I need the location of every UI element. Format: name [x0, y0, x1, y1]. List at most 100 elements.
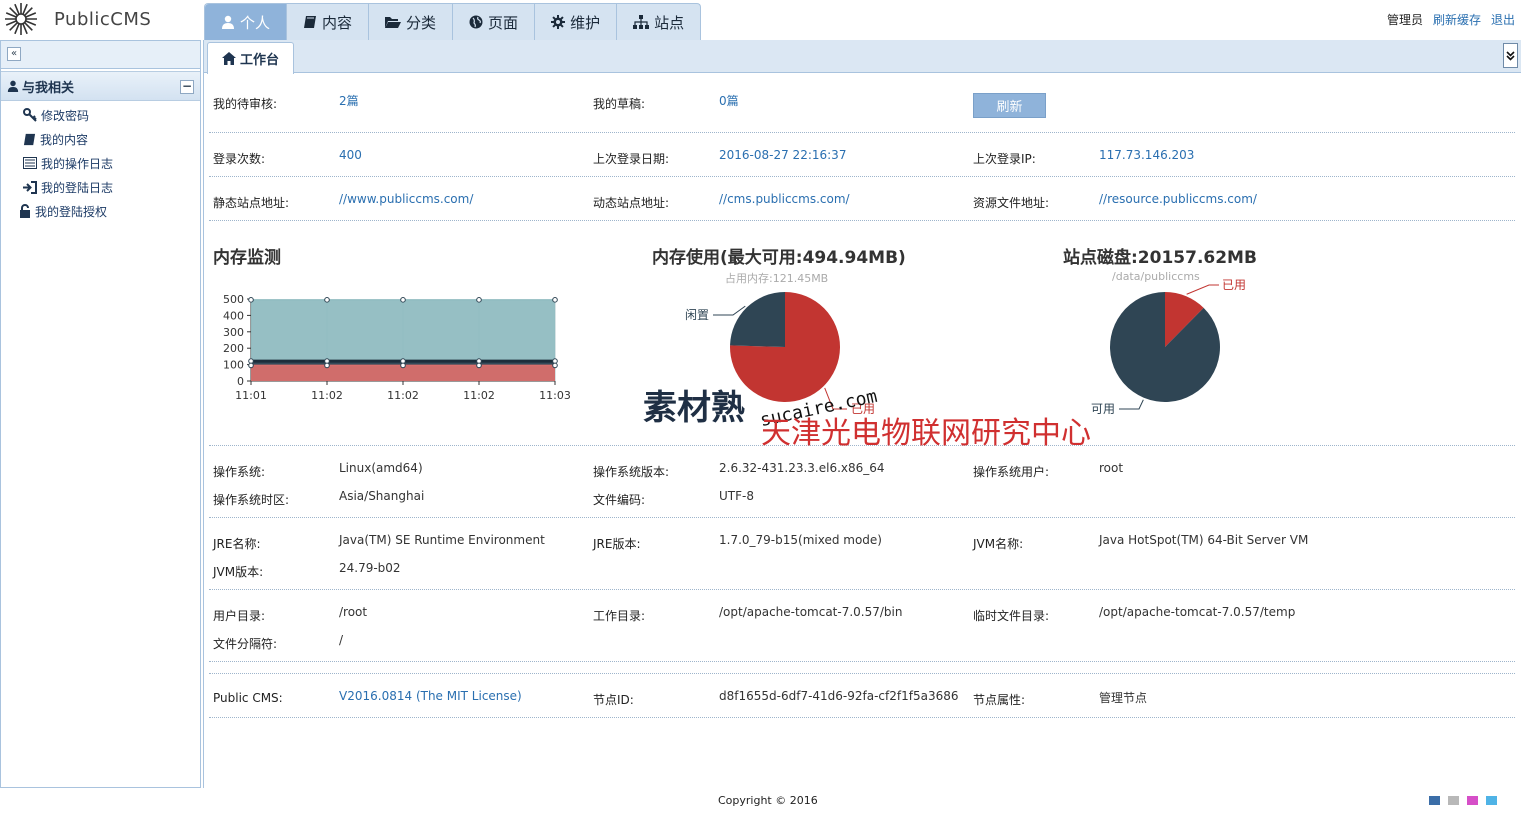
- data-point: [476, 297, 482, 303]
- sidebar-item-operation-log[interactable]: 我的操作日志: [23, 151, 200, 175]
- chevron-down-icon: [1506, 50, 1515, 61]
- pie-slice: [1110, 292, 1220, 402]
- nav-tab-maintenance[interactable]: 维护: [535, 4, 618, 40]
- temp-dir-value: /opt/apache-tomcat-7.0.57/temp: [1099, 605, 1296, 619]
- sidebar: « 与我相关 − 修改密码 我的内容 我的操作日志 我的登陆日志 我的登陆授权: [0, 40, 201, 788]
- pie-leader-line: [1119, 399, 1144, 410]
- os-value: Linux(amd64): [339, 461, 423, 475]
- theme-swatch-blue[interactable]: [1429, 796, 1440, 805]
- user-dir-label: 用户目录:: [213, 609, 266, 623]
- pie-leader-line: [1186, 284, 1219, 295]
- os-version-value: 2.6.32-431.23.3.el6.x86_64: [719, 461, 885, 475]
- nav-tab-site[interactable]: 站点: [617, 4, 700, 40]
- user-dir-value: /root: [339, 605, 368, 619]
- x-tick-label: 11:03: [539, 389, 571, 402]
- sidebar-item-label: 修改密码: [41, 108, 90, 123]
- tab-label: 工作台: [240, 53, 280, 68]
- sidebar-item-label: 我的操作日志: [41, 156, 114, 171]
- sidebar-group-header[interactable]: 与我相关 −: [1, 71, 200, 101]
- logo-icon: [5, 3, 37, 35]
- nav-tab-category[interactable]: 分类: [369, 4, 454, 40]
- book-icon: [23, 133, 36, 145]
- info-row-login: 登录次数: 400 上次登录日期: 2016-08-27 22:16:37 上次…: [209, 133, 1515, 177]
- system-row-java: JRE名称: Java(TM) SE Runtime Environment J…: [209, 518, 1515, 590]
- resource-site-label: 资源文件地址:: [973, 196, 1050, 210]
- data-point: [476, 362, 482, 369]
- static-site-link[interactable]: //www.publiccms.com/: [339, 192, 473, 206]
- last-login-ip-value: 117.73.146.203: [1099, 148, 1195, 162]
- jre-name-label: JRE名称:: [213, 537, 261, 551]
- tab-menu-button[interactable]: [1503, 43, 1518, 68]
- pending-review-label: 我的待审核:: [213, 97, 278, 111]
- collapse-sidebar-button[interactable]: «: [7, 47, 21, 61]
- theme-swatch-pink[interactable]: [1467, 796, 1478, 805]
- drafts-label: 我的草稿:: [593, 97, 646, 111]
- footer: Copyright © 2016: [0, 788, 1521, 814]
- nav-tab-label: 维护: [570, 13, 601, 32]
- pie-leader-line: [713, 305, 746, 316]
- logo-text: PublicCMS: [54, 8, 152, 30]
- charts-row: 内存监测 0 100 200 300 400 500 11:01 11:02 11:02 11:0…: [209, 221, 1515, 446]
- jre-name-value: Java(TM) SE Runtime Environment: [339, 533, 545, 547]
- disk-title: 站点磁盘:20157.62MB: [1063, 248, 1257, 268]
- header: PublicCMS 个人 内容 分类 页面 维护 站点 管理员 刷新缓存 退出: [0, 0, 1521, 40]
- y-tick-label: 100: [223, 359, 244, 372]
- info-row-drafts: 我的待审核: 2篇 我的草稿: 0篇 刷新: [209, 74, 1515, 133]
- main-panel: 工作台 我的待审核: 2篇 我的草稿: 0篇 刷新 登录次数: 400 上次登录…: [203, 40, 1521, 788]
- tab-bar: 工作台: [204, 40, 1521, 74]
- sidebar-item-login-auth[interactable]: 我的登陆授权: [19, 199, 200, 223]
- logout-link[interactable]: 退出: [1491, 11, 1515, 28]
- nav-tab-page[interactable]: 页面: [453, 4, 536, 40]
- key-icon: [23, 108, 37, 122]
- theme-swatch-sky[interactable]: [1486, 796, 1497, 805]
- sidebar-item-change-password[interactable]: 修改密码: [23, 103, 200, 127]
- x-tick-label: 11:02: [311, 389, 343, 402]
- nav-tab-label: 个人: [240, 13, 271, 32]
- data-point: [400, 362, 406, 369]
- nav-tab-content[interactable]: 内容: [287, 4, 370, 40]
- file-encoding-label: 文件编码:: [593, 493, 646, 507]
- sidebar-item-login-log[interactable]: 我的登陆日志: [23, 175, 200, 199]
- os-user-value: root: [1099, 461, 1124, 475]
- username: 管理员: [1386, 13, 1423, 27]
- os-timezone-label: 操作系统时区:: [213, 493, 290, 507]
- nav-tab-personal[interactable]: 个人: [205, 4, 288, 40]
- last-login-date-value: 2016-08-27 22:16:37: [719, 148, 847, 162]
- sidebar-item-my-content[interactable]: 我的内容: [23, 127, 200, 151]
- pie-label: 已用: [1222, 278, 1246, 292]
- tab-workbench[interactable]: 工作台: [207, 42, 295, 74]
- license-link[interactable]: The MIT License: [421, 689, 517, 703]
- memory-monitor-title: 内存监测: [213, 248, 281, 268]
- data-point: [324, 297, 330, 303]
- last-login-date-label: 上次登录日期:: [593, 152, 670, 166]
- dynamic-site-link[interactable]: //cms.publiccms.com/: [719, 192, 850, 206]
- sitemap-icon: [633, 15, 650, 29]
- logo[interactable]: PublicCMS: [4, 2, 151, 36]
- refresh-button[interactable]: 刷新: [973, 93, 1046, 118]
- system-row-os: 操作系统: Linux(amd64) 操作系统版本: 2.6.32-431.23…: [209, 446, 1515, 518]
- data-point: [248, 362, 254, 369]
- theme-switcher: [1429, 796, 1497, 805]
- user-icon: [7, 80, 19, 92]
- y-tick-label: 200: [223, 342, 244, 355]
- nav-tab-label: 分类: [406, 13, 437, 32]
- work-dir-label: 工作目录:: [593, 609, 646, 623]
- system-row-dirs: 用户目录: /root 工作目录: /opt/apache-tomcat-7.0…: [209, 590, 1515, 662]
- disk-pie-chart: 已用可用: [1091, 278, 1246, 416]
- os-user-label: 操作系统用户:: [973, 465, 1050, 479]
- book-icon: [304, 16, 317, 28]
- cms-version-link[interactable]: V2016.0814: [339, 689, 412, 703]
- group-toggle-button[interactable]: −: [180, 80, 194, 94]
- node-id-value: d8f1655d-6df7-41d6-92fa-cf2f1f5a3686: [719, 689, 959, 703]
- copyright: Copyright © 2016: [718, 794, 818, 807]
- os-label: 操作系统:: [213, 465, 266, 479]
- theme-swatch-gray[interactable]: [1448, 796, 1459, 805]
- resource-site-link[interactable]: //resource.publiccms.com/: [1099, 192, 1257, 206]
- cms-label: Public CMS:: [213, 691, 283, 705]
- home-icon: [222, 52, 236, 65]
- drafts-value[interactable]: 0篇: [719, 92, 739, 109]
- memory-pie-chart: 已用 闲置: [685, 292, 875, 416]
- last-login-ip-label: 上次登录IP:: [973, 152, 1036, 166]
- refresh-cache-link[interactable]: 刷新缓存: [1433, 11, 1481, 28]
- pending-review-value[interactable]: 2篇: [339, 92, 359, 109]
